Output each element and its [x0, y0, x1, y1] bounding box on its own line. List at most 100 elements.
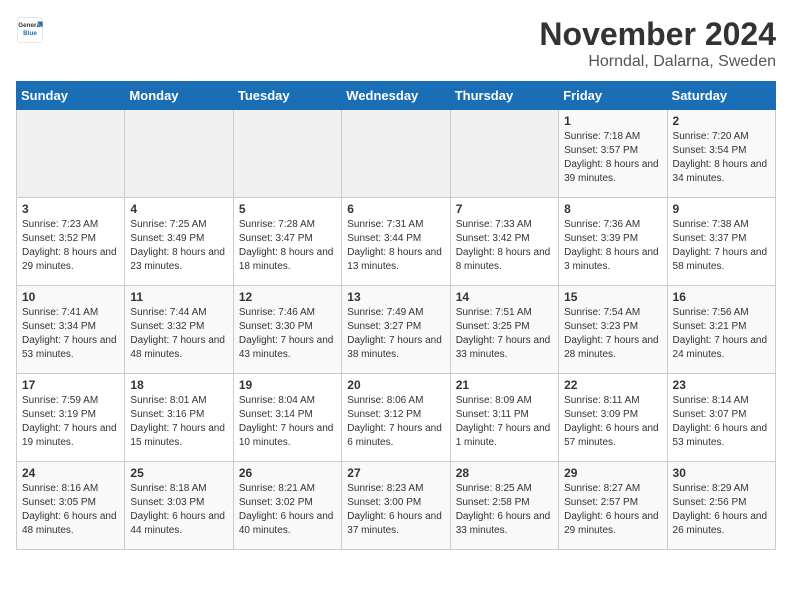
location-title: Horndal, Dalarna, Sweden: [539, 53, 776, 71]
day-number: 12: [239, 290, 336, 304]
calendar-cell: 30Sunrise: 8:29 AM Sunset: 2:56 PM Dayli…: [667, 462, 775, 550]
calendar-cell: 21Sunrise: 8:09 AM Sunset: 3:11 PM Dayli…: [450, 374, 558, 462]
calendar-cell: 26 Sunrise: 8:21 AM Sunset: 3:02 PM Dayli…: [233, 462, 341, 550]
day-info: Sunrise: 7:36 AM Sunset: 3:39 PM Dayligh…: [564, 218, 661, 274]
day-info: Sunrise: 7:31 AM Sunset: 3:44 PM Dayligh…: [347, 218, 444, 274]
day-info: Sunrise: 8:11 AM Sunset: 3:09 PM Dayligh…: [564, 394, 661, 450]
calendar-cell: 5 Sunrise: 7:28 AM Sunset: 3:47 PM Daylig…: [233, 198, 341, 286]
calendar-cell: 8 Sunrise: 7:36 AM Sunset: 3:39 PM Daylig…: [559, 198, 667, 286]
calendar-cell: 9 Sunrise: 7:38 AM Sunset: 3:37 PM Daylig…: [667, 198, 775, 286]
logo: General Blue: [16, 16, 44, 44]
day-number: 27: [347, 466, 444, 480]
day-number: 3: [22, 202, 119, 216]
day-number: 20: [347, 378, 444, 392]
day-info: Sunrise: 8:27 AM Sunset: 2:57 PM Dayligh…: [564, 482, 661, 538]
weekday-header-wednesday: Wednesday: [342, 82, 450, 110]
day-info: Sunrise: 7:28 AM Sunset: 3:47 PM Dayligh…: [239, 218, 336, 274]
day-info: Sunrise: 7:49 AM Sunset: 3:27 PM Dayligh…: [347, 306, 444, 362]
day-number: 16: [673, 290, 770, 304]
page-header: General Blue November 2024 Horndal, Dala…: [16, 16, 776, 71]
calendar-cell: 24 Sunrise: 8:16 AM Sunset: 3:05 PM Dayli…: [17, 462, 125, 550]
day-number: 23: [673, 378, 770, 392]
day-number: 19: [239, 378, 336, 392]
title-area: November 2024 Horndal, Dalarna, Sweden: [539, 16, 776, 71]
day-number: 10: [22, 290, 119, 304]
calendar-cell: [342, 110, 450, 198]
day-number: 24: [22, 466, 119, 480]
day-number: 1: [564, 114, 661, 128]
calendar-cell: 3 Sunrise: 7:23 AM Sunset: 3:52 PM Daylig…: [17, 198, 125, 286]
weekday-header-friday: Friday: [559, 82, 667, 110]
weekday-header-monday: Monday: [125, 82, 233, 110]
svg-text:Blue: Blue: [23, 30, 37, 37]
day-number: 13: [347, 290, 444, 304]
calendar-cell: 20Sunrise: 8:06 AM Sunset: 3:12 PM Dayli…: [342, 374, 450, 462]
calendar-cell: 18 Sunrise: 8:01 AM Sunset: 3:16 PM Dayli…: [125, 374, 233, 462]
day-info: Sunrise: 7:46 AM Sunset: 3:30 PM Dayligh…: [239, 306, 336, 362]
day-info: Sunrise: 7:51 AM Sunset: 3:25 PM Dayligh…: [456, 306, 553, 362]
day-info: Sunrise: 7:41 AM Sunset: 3:34 PM Dayligh…: [22, 306, 119, 362]
calendar-cell: 10 Sunrise: 7:41 AM Sunset: 3:34 PM Dayli…: [17, 286, 125, 374]
day-info: Sunrise: 8:18 AM Sunset: 3:03 PM Dayligh…: [130, 482, 227, 538]
day-info: Sunrise: 7:20 AM Sunset: 3:54 PM Dayligh…: [673, 130, 770, 186]
weekday-header-tuesday: Tuesday: [233, 82, 341, 110]
day-info: Sunrise: 8:04 AM Sunset: 3:14 PM Dayligh…: [239, 394, 336, 450]
calendar-cell: 1 Sunrise: 7:18 AM Sunset: 3:57 PM Daylig…: [559, 110, 667, 198]
week-row-2: 3 Sunrise: 7:23 AM Sunset: 3:52 PM Daylig…: [17, 198, 776, 286]
day-info: Sunrise: 8:29 AM Sunset: 2:56 PM Dayligh…: [673, 482, 770, 538]
day-info: Sunrise: 8:09 AM Sunset: 3:11 PM Dayligh…: [456, 394, 553, 450]
day-info: Sunrise: 8:01 AM Sunset: 3:16 PM Dayligh…: [130, 394, 227, 450]
logo-icon: General Blue: [16, 16, 44, 44]
day-number: 2: [673, 114, 770, 128]
day-number: 17: [22, 378, 119, 392]
calendar-cell: 25 Sunrise: 8:18 AM Sunset: 3:03 PM Dayli…: [125, 462, 233, 550]
day-info: Sunrise: 8:16 AM Sunset: 3:05 PM Dayligh…: [22, 482, 119, 538]
day-info: Sunrise: 8:23 AM Sunset: 3:00 PM Dayligh…: [347, 482, 444, 538]
day-number: 8: [564, 202, 661, 216]
day-number: 5: [239, 202, 336, 216]
calendar-cell: 4 Sunrise: 7:25 AM Sunset: 3:49 PM Daylig…: [125, 198, 233, 286]
calendar-cell: 28Sunrise: 8:25 AM Sunset: 2:58 PM Dayli…: [450, 462, 558, 550]
calendar-cell: [450, 110, 558, 198]
calendar-table: SundayMondayTuesdayWednesdayThursdayFrid…: [16, 81, 776, 550]
svg-text:General: General: [18, 22, 42, 29]
calendar-cell: 19 Sunrise: 8:04 AM Sunset: 3:14 PM Dayli…: [233, 374, 341, 462]
calendar-cell: 27 Sunrise: 8:23 AM Sunset: 3:00 PM Dayli…: [342, 462, 450, 550]
day-info: Sunrise: 7:54 AM Sunset: 3:23 PM Dayligh…: [564, 306, 661, 362]
day-number: 9: [673, 202, 770, 216]
calendar-cell: 23 Sunrise: 8:14 AM Sunset: 3:07 PM Dayli…: [667, 374, 775, 462]
calendar-cell: 12 Sunrise: 7:46 AM Sunset: 3:30 PM Dayli…: [233, 286, 341, 374]
calendar-cell: [233, 110, 341, 198]
day-number: 18: [130, 378, 227, 392]
calendar-cell: 2 Sunrise: 7:20 AM Sunset: 3:54 PM Daylig…: [667, 110, 775, 198]
calendar-cell: 17Sunrise: 7:59 AM Sunset: 3:19 PM Dayli…: [17, 374, 125, 462]
week-row-3: 10 Sunrise: 7:41 AM Sunset: 3:34 PM Dayli…: [17, 286, 776, 374]
day-info: Sunrise: 7:25 AM Sunset: 3:49 PM Dayligh…: [130, 218, 227, 274]
weekday-header-thursday: Thursday: [450, 82, 558, 110]
day-number: 26: [239, 466, 336, 480]
day-info: Sunrise: 7:23 AM Sunset: 3:52 PM Dayligh…: [22, 218, 119, 274]
day-info: Sunrise: 7:33 AM Sunset: 3:42 PM Dayligh…: [456, 218, 553, 274]
calendar-cell: 15 Sunrise: 7:54 AM Sunset: 3:23 PM Dayli…: [559, 286, 667, 374]
weekday-header-sunday: Sunday: [17, 82, 125, 110]
weekday-header-saturday: Saturday: [667, 82, 775, 110]
calendar-cell: 29Sunrise: 8:27 AM Sunset: 2:57 PM Dayli…: [559, 462, 667, 550]
day-number: 15: [564, 290, 661, 304]
day-number: 4: [130, 202, 227, 216]
calendar-cell: 6Sunrise: 7:31 AM Sunset: 3:44 PM Daylig…: [342, 198, 450, 286]
week-row-5: 24 Sunrise: 8:16 AM Sunset: 3:05 PM Dayli…: [17, 462, 776, 550]
day-number: 25: [130, 466, 227, 480]
day-info: Sunrise: 7:38 AM Sunset: 3:37 PM Dayligh…: [673, 218, 770, 274]
day-info: Sunrise: 8:21 AM Sunset: 3:02 PM Dayligh…: [239, 482, 336, 538]
day-info: Sunrise: 7:18 AM Sunset: 3:57 PM Dayligh…: [564, 130, 661, 186]
week-row-4: 17Sunrise: 7:59 AM Sunset: 3:19 PM Dayli…: [17, 374, 776, 462]
calendar-cell: [17, 110, 125, 198]
weekday-header-row: SundayMondayTuesdayWednesdayThursdayFrid…: [17, 82, 776, 110]
day-info: Sunrise: 8:25 AM Sunset: 2:58 PM Dayligh…: [456, 482, 553, 538]
day-number: 14: [456, 290, 553, 304]
calendar-cell: 22 Sunrise: 8:11 AM Sunset: 3:09 PM Dayli…: [559, 374, 667, 462]
day-number: 22: [564, 378, 661, 392]
month-title: November 2024: [539, 16, 776, 53]
day-info: Sunrise: 8:14 AM Sunset: 3:07 PM Dayligh…: [673, 394, 770, 450]
calendar-cell: 16Sunrise: 7:56 AM Sunset: 3:21 PM Dayli…: [667, 286, 775, 374]
